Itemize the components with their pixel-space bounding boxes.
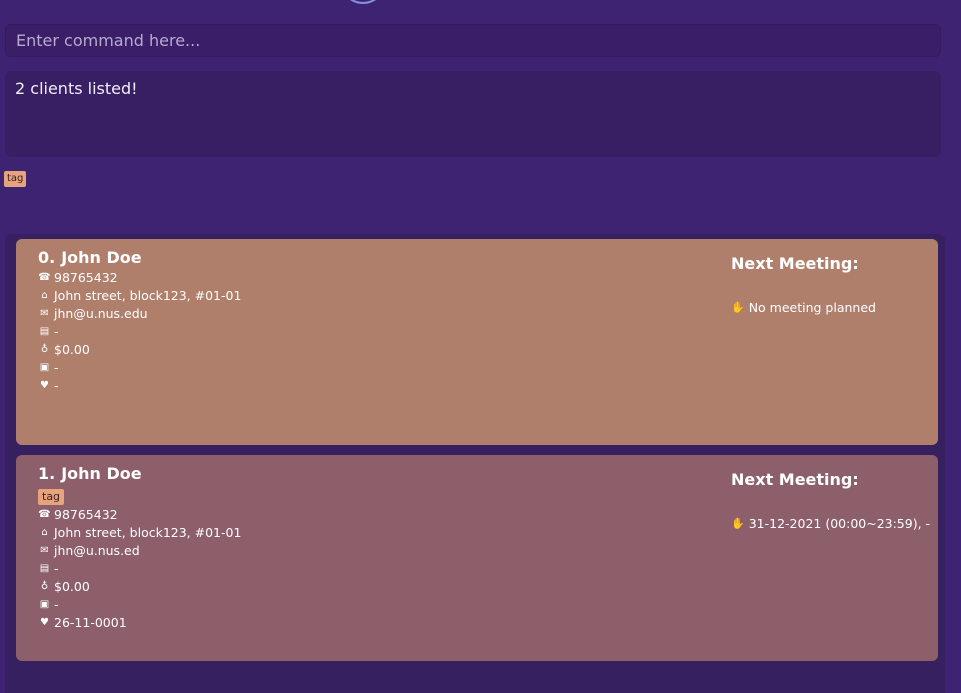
address-value: John street, block123, #01-01 — [54, 525, 242, 540]
address-field: ⌂ John street, block123, #01-01 — [38, 524, 241, 542]
income-field: ♁ $0.00 — [38, 341, 241, 359]
phone-icon: ☎ — [38, 509, 51, 520]
filter-tag[interactable]: tag — [4, 171, 27, 187]
result-display: 2 clients listed! — [5, 71, 941, 157]
command-box[interactable] — [5, 24, 941, 57]
chart-icon: ▤ — [39, 326, 50, 337]
client-list: 0. John Doe ☎ 98765432 ⌂ John street, blo… — [5, 234, 945, 693]
insurance-value: - — [54, 360, 59, 375]
phone-value: 98765432 — [54, 270, 118, 285]
email-icon: ✉ — [40, 308, 49, 319]
email-field: ✉ jhn@u.nus.ed — [38, 542, 241, 560]
phone-field: ☎ 98765432 — [38, 269, 241, 287]
birthday-field: ♥ - — [38, 377, 241, 395]
insurance-field: ▣ - — [38, 596, 241, 614]
client-card[interactable]: 1. John Doe tag ☎ 98765432 ⌂ John street,… — [16, 455, 938, 661]
next-meeting-value: ✋ No meeting planned — [731, 300, 876, 315]
client-tag: tag — [38, 489, 65, 505]
birthday-value: 26-11-0001 — [54, 615, 127, 630]
money-bag-icon: ♁ — [40, 581, 49, 592]
next-meeting-label: Next Meeting: — [731, 254, 859, 273]
address-value: John street, block123, #01-01 — [54, 288, 242, 303]
heart-icon: ♥ — [40, 380, 49, 391]
client-index: 0. — [38, 248, 56, 267]
next-meeting-text: No meeting planned — [748, 300, 876, 315]
client-details: 0. John Doe ☎ 98765432 ⌂ John street, blo… — [38, 247, 241, 395]
wave-icon: ✋ — [731, 517, 745, 530]
email-value: jhn@u.nus.ed — [54, 543, 140, 558]
next-meeting-section: Next Meeting: ✋ No meeting planned — [731, 253, 876, 315]
next-meeting-value: ✋ 31-12-2021 (00:00~23:59), - — [731, 516, 930, 531]
address-field: ⌂ John street, block123, #01-01 — [38, 287, 241, 305]
client-details: 1. John Doe tag ☎ 98765432 ⌂ John street,… — [38, 463, 241, 632]
birthday-field: ♥ 26-11-0001 — [38, 614, 241, 632]
insurance-field: ▣ - — [38, 359, 241, 377]
email-field: ✉ jhn@u.nus.edu — [38, 305, 241, 323]
money-bag-icon: ♁ — [40, 344, 49, 355]
home-icon: ⌂ — [41, 290, 48, 301]
next-meeting-section: Next Meeting: ✋ 31-12-2021 (00:00~23:59)… — [731, 469, 930, 531]
income-value: $0.00 — [54, 579, 90, 594]
income-value: $0.00 — [54, 342, 90, 357]
risk-value: - — [54, 324, 59, 339]
logo-icon — [340, 0, 386, 4]
chart-icon: ▤ — [39, 563, 50, 574]
email-icon: ✉ — [40, 545, 49, 556]
phone-value: 98765432 — [54, 507, 118, 522]
bank-icon: ▣ — [39, 599, 50, 610]
next-meeting-text: 31-12-2021 (00:00~23:59), - — [748, 516, 931, 531]
wave-icon: ✋ — [731, 301, 745, 314]
risk-field: ▤ - — [38, 323, 241, 341]
client-name: 1. John Doe — [38, 463, 241, 485]
income-field: ♁ $0.00 — [38, 578, 241, 596]
heart-icon: ♥ — [40, 617, 49, 628]
app-window: 2 clients listed! tag 0. John Doe ☎ 98765… — [0, 0, 961, 693]
client-name-text: John Doe — [61, 464, 142, 483]
insurance-value: - — [54, 597, 59, 612]
client-name-text: John Doe — [61, 248, 142, 267]
risk-value: - — [54, 561, 59, 576]
result-message: 2 clients listed! — [15, 79, 138, 98]
phone-icon: ☎ — [38, 272, 51, 283]
client-name: 0. John Doe — [38, 247, 241, 269]
risk-field: ▤ - — [38, 560, 241, 578]
next-meeting-label: Next Meeting: — [731, 470, 859, 489]
email-value: jhn@u.nus.edu — [54, 306, 148, 321]
command-input[interactable] — [6, 25, 940, 56]
client-card[interactable]: 0. John Doe ☎ 98765432 ⌂ John street, blo… — [16, 239, 938, 445]
birthday-value: - — [54, 378, 59, 393]
client-tags: tag — [38, 485, 241, 506]
bank-icon: ▣ — [39, 362, 50, 373]
client-index: 1. — [38, 464, 56, 483]
home-icon: ⌂ — [41, 527, 48, 538]
phone-field: ☎ 98765432 — [38, 506, 241, 524]
